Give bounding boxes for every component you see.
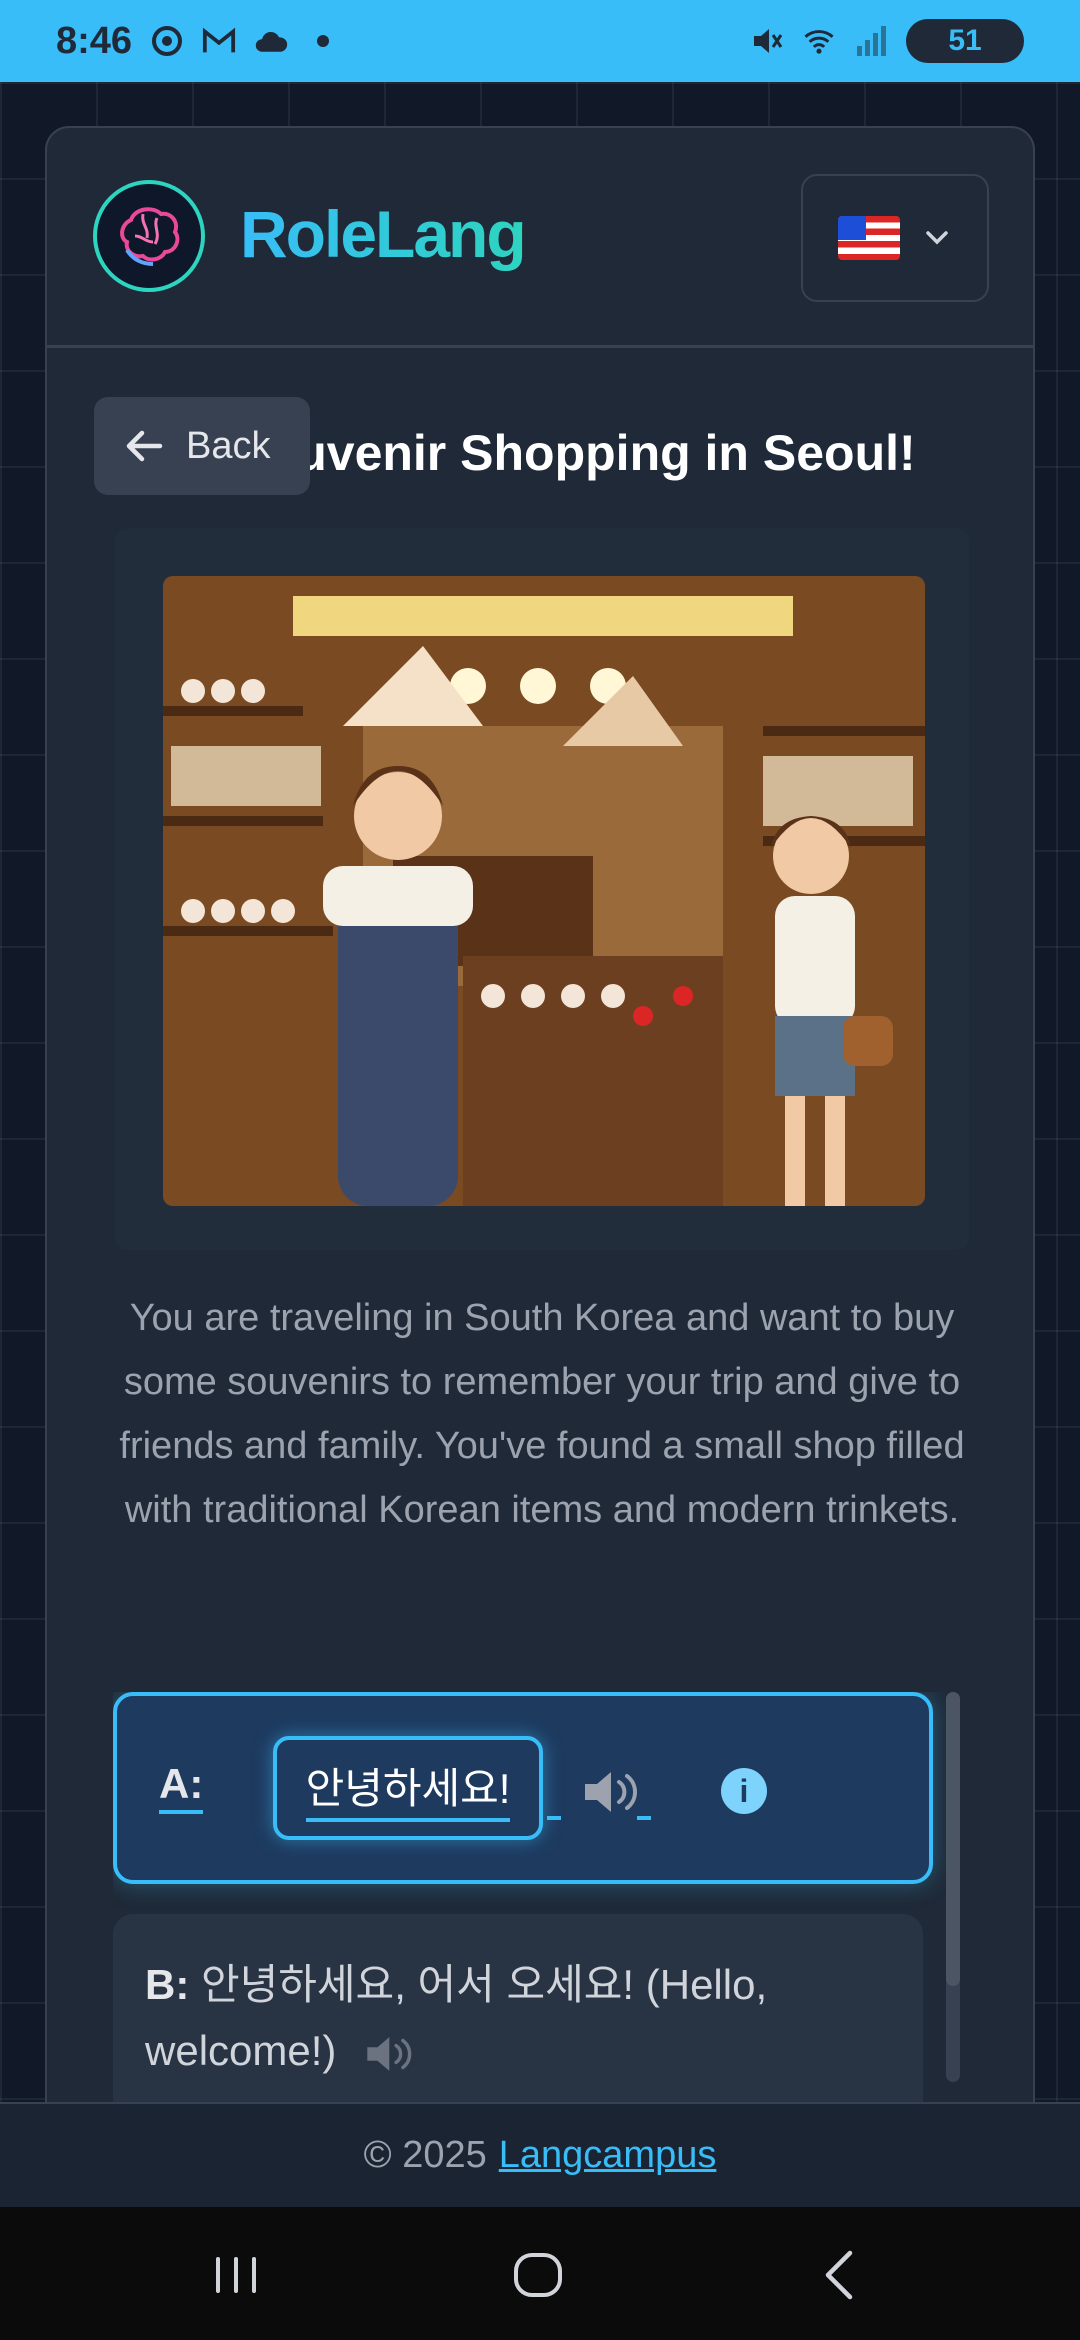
footer-copyright: © 2025 (363, 2134, 487, 2176)
dialogue-line-a[interactable]: A: 안녕하세요! i (113, 1692, 933, 1884)
scenario-illustration (163, 576, 925, 1206)
app-header: RoleLang (47, 128, 1033, 348)
underline-mark (547, 1816, 561, 1820)
brain-logo-icon (93, 180, 205, 292)
mute-icon (750, 24, 784, 58)
speaker-icon[interactable] (581, 1766, 645, 1818)
cloud-icon (254, 24, 288, 58)
battery-icon: 51 (906, 19, 1024, 63)
scrollbar-thumb[interactable] (946, 1692, 960, 1986)
speaker-label: B: (145, 1961, 190, 2008)
signal-icon (854, 24, 888, 58)
footer-link[interactable]: Langcampus (499, 2134, 717, 2177)
dot-icon (306, 24, 340, 58)
arrow-left-icon (126, 430, 163, 462)
scenario-description: You are traveling in South Korea and wan… (119, 1297, 965, 1531)
gmail-icon (202, 24, 236, 58)
chrome-icon (150, 24, 184, 58)
speaker-label: A: (159, 1760, 204, 1814)
wifi-icon (802, 24, 836, 58)
status-time: 8:46 (56, 19, 133, 62)
recent-apps-icon[interactable] (206, 2245, 266, 2305)
underline-mark (637, 1816, 651, 1820)
battery-level: 51 (948, 24, 982, 57)
dialogue-text: 안녕하세요, 어서 오세요! (Hello, welcome!) (145, 1961, 768, 2074)
status-bar: 8:46 51 (0, 0, 1080, 82)
us-flag-icon (838, 216, 900, 260)
home-icon[interactable] (508, 2245, 568, 2305)
back-nav-icon[interactable] (812, 2245, 872, 2305)
app-title: RoleLang (240, 197, 527, 271)
language-selector[interactable] (801, 174, 989, 302)
system-navigation-bar (0, 2207, 1080, 2340)
info-icon[interactable]: i (721, 1768, 767, 1814)
footer: © 2025 Langcampus (0, 2102, 1080, 2207)
back-label: Back (186, 424, 271, 467)
chevron-down-icon (926, 231, 948, 245)
phrase-chip[interactable]: 안녕하세요! (273, 1736, 543, 1840)
phrase-text: 안녕하세요! (305, 1755, 511, 1822)
back-button[interactable]: Back (94, 397, 310, 495)
speaker-icon[interactable] (362, 2032, 420, 2076)
